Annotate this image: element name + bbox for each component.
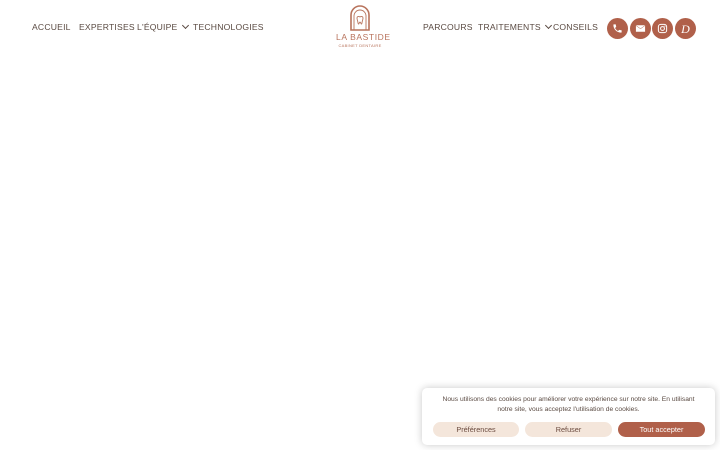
- nav-item-label: TRAITEMENTS: [478, 22, 541, 32]
- phone-icon: [613, 24, 622, 33]
- nav-item-label: PARCOURS: [423, 22, 473, 32]
- nav-item-label: L'ÉQUIPE: [137, 22, 178, 32]
- nav-item-expertises[interactable]: EXPERTISES: [79, 22, 135, 32]
- refuse-button[interactable]: Refuser: [525, 422, 612, 437]
- instagram-icon: [657, 23, 668, 34]
- nav-item-equipe[interactable]: L'ÉQUIPE: [137, 21, 189, 32]
- logo-subtitle: CABINET DENTAIRE: [338, 43, 382, 48]
- envelope-icon: [635, 25, 646, 32]
- nav-item-label: ACCUEIL: [32, 22, 71, 32]
- cookie-banner: Nous utilisons des cookies pour améliore…: [422, 388, 715, 445]
- nav-item-traitements[interactable]: TRAITEMENTS: [478, 21, 552, 32]
- email-button[interactable]: [630, 18, 651, 39]
- nav-item-label: TECHNOLOGIES: [193, 22, 264, 32]
- nav-item-conseils[interactable]: CONSEILS: [553, 22, 598, 32]
- cookie-message: Nous utilisons des cookies pour améliore…: [442, 396, 695, 413]
- instagram-button[interactable]: [652, 18, 673, 39]
- page: ACCUEIL EXPERTISES L'ÉQUIPE TECHNOLOGIES…: [0, 0, 720, 450]
- preferences-button[interactable]: Préférences: [433, 422, 519, 437]
- tooth-arch-icon: [350, 5, 370, 31]
- logo-title: LA BASTIDE: [336, 32, 391, 42]
- refuse-label: Refuser: [555, 425, 582, 434]
- chevron-down-icon: [181, 21, 189, 30]
- nav-item-label: CONSEILS: [553, 22, 599, 32]
- site-logo[interactable]: LA BASTIDE CABINET DENTAIRE: [336, 5, 391, 55]
- phone-button[interactable]: [607, 18, 628, 39]
- nav-item-technologies[interactable]: TECHNOLOGIES: [193, 22, 264, 32]
- accept-all-button[interactable]: Tout accepter: [618, 422, 705, 437]
- doctolib-button[interactable]: D: [675, 18, 696, 39]
- site-header: ACCUEIL EXPERTISES L'ÉQUIPE TECHNOLOGIES…: [0, 0, 720, 60]
- nav-item-parcours[interactable]: PARCOURS: [423, 22, 473, 32]
- doctolib-icon: D: [681, 21, 690, 36]
- nav-item-label: EXPERTISES: [79, 22, 135, 32]
- chevron-down-icon: [544, 21, 552, 30]
- preferences-label: Préférences: [456, 425, 496, 434]
- accept-all-label: Tout accepter: [639, 425, 684, 434]
- nav-item-accueil[interactable]: ACCUEIL: [32, 22, 71, 32]
